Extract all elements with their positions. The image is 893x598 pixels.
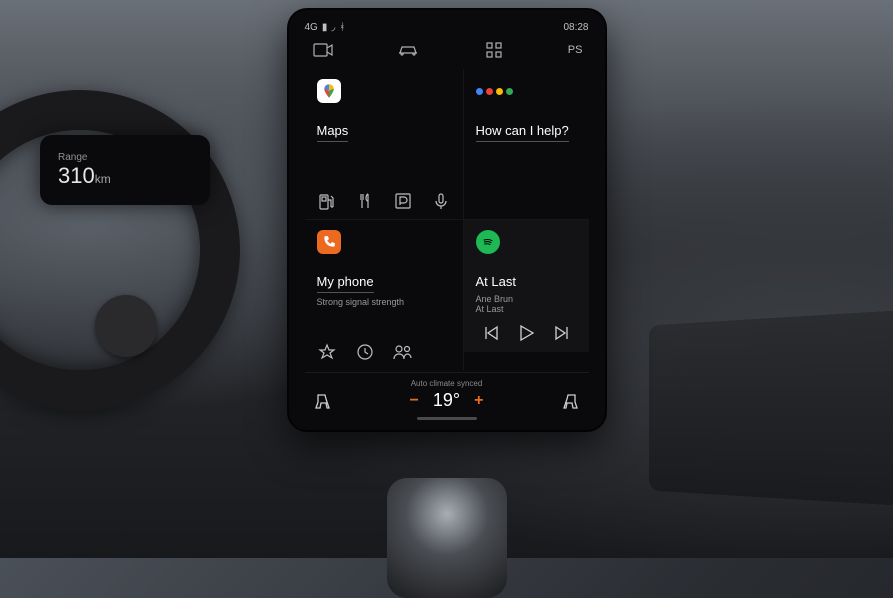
google-maps-icon [317,79,341,103]
apps-grid-icon[interactable] [482,41,506,59]
phone-app-icon [317,230,341,254]
phone-tile[interactable]: My phone Strong signal strength [305,220,464,371]
status-bar: 4G ▮ ◞ ᚼ 08:28 [305,22,589,33]
dashboard-panel [649,309,893,507]
play-icon[interactable] [515,322,537,344]
assistant-title: How can I help? [476,123,569,142]
range-value: 310km [58,163,210,189]
favorites-icon[interactable] [317,342,337,362]
assistant-tile[interactable]: How can I help? [464,69,589,220]
camera-icon[interactable] [311,41,335,59]
network-label: 4G [305,22,318,33]
track-album: At Last [476,304,577,314]
bluetooth-icon: ᚼ [339,22,345,33]
maps-title: Maps [317,123,349,142]
media-tile[interactable]: At Last Ane Brun At Last [464,220,589,371]
spotify-icon [476,230,500,254]
contacts-icon[interactable] [393,342,413,362]
track-title: At Last [476,274,516,292]
parking-icon[interactable] [393,191,413,211]
climate-label: Auto climate synced [411,379,483,388]
fuel-station-icon[interactable] [317,191,337,211]
clock: 08:28 [563,22,588,33]
track-artist: Ane Brun [476,294,577,304]
signal-icon: ▮ [322,22,328,33]
skip-next-icon[interactable] [551,322,573,344]
home-indicator[interactable] [417,417,477,420]
seat-heat-left-icon[interactable] [313,392,331,410]
gear-selector[interactable] [387,478,507,598]
temp-value[interactable]: 19° [433,390,460,411]
temp-up-button[interactable]: + [474,392,483,410]
nav-bar: PS [305,39,589,69]
home-grid: Maps How can I help? [305,69,589,370]
wifi-icon: ◞ [331,22,335,33]
phone-title: My phone [317,274,374,293]
restaurant-icon[interactable] [355,191,375,211]
google-assistant-icon [476,79,577,103]
voice-search-icon[interactable] [431,191,451,211]
instrument-cluster: Range 310km [40,135,210,205]
recents-icon[interactable] [355,342,375,362]
range-label: Range [58,152,210,163]
maps-tile[interactable]: Maps [305,69,464,220]
temp-down-button[interactable]: − [410,392,419,410]
car-icon[interactable] [396,41,420,59]
skip-previous-icon[interactable] [480,322,502,344]
phone-subtitle: Strong signal strength [317,297,451,307]
seat-heat-right-icon[interactable] [562,392,580,410]
climate-bar: Auto climate synced − 19° + [305,372,589,411]
profile-button[interactable]: PS [568,41,583,59]
infotainment-screen[interactable]: 4G ▮ ◞ ᚼ 08:28 PS Maps [289,10,605,430]
steering-wheel-buttons[interactable] [95,295,157,357]
